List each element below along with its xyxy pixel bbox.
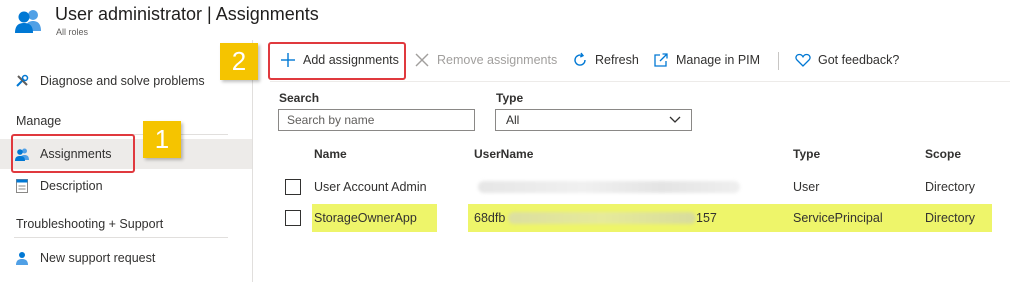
cell-scope: Directory (925, 180, 976, 194)
users-logo-icon (15, 10, 41, 33)
callout-badge-2: 2 (220, 43, 258, 80)
sidebar-item-new-support-request[interactable]: New support request (0, 243, 252, 273)
cell-name: StorageOwnerApp (314, 211, 417, 225)
type-selected-value: All (506, 113, 520, 127)
manage-in-pim-button[interactable]: Manage in PIM (653, 42, 760, 78)
table-row[interactable]: StorageOwnerApp 68dfb 157 ServicePrincip… (272, 203, 1002, 233)
column-header-type[interactable]: Type (793, 147, 820, 161)
section-troubleshooting: Troubleshooting + Support (16, 217, 164, 231)
divider (14, 237, 228, 238)
support-person-icon (16, 252, 28, 265)
refresh-button[interactable]: Refresh (572, 42, 639, 78)
got-feedback-button[interactable]: Got feedback? (795, 42, 899, 78)
toolbar-separator (778, 52, 779, 70)
page-subtitle: All roles (56, 27, 89, 37)
page-title: User administrator | Assignments (55, 4, 319, 24)
document-icon (16, 179, 28, 193)
sidebar-item-label: Diagnose and solve problems (40, 74, 205, 88)
toolbar-divider (270, 81, 1010, 82)
type-label: Type (496, 91, 524, 105)
cell-username-prefix: 68dfb (474, 211, 506, 225)
callout-box-assignments (11, 134, 135, 173)
chevron-down-icon (669, 116, 681, 123)
sidebar-item-diagnose[interactable]: Diagnose and solve problems (0, 66, 252, 96)
search-input[interactable]: Search by name (278, 109, 475, 131)
column-header-username[interactable]: UserName (474, 147, 533, 161)
refresh-icon (574, 52, 586, 66)
callout-box-add-assignments (268, 42, 406, 80)
got-feedback-label: Got feedback? (818, 53, 900, 67)
sidebar-item-description[interactable]: Description (0, 171, 252, 201)
redacted-username (478, 181, 740, 193)
external-link-icon (654, 53, 668, 67)
remove-assignments-label: Remove assignments (437, 53, 558, 67)
sidebar-item-label: New support request (40, 251, 156, 265)
cell-type: ServicePrincipal (793, 211, 883, 225)
refresh-label: Refresh (595, 53, 639, 67)
callout-badge-1: 1 (143, 121, 181, 158)
cell-name: User Account Admin (314, 180, 427, 194)
remove-assignments-button[interactable]: Remove assignments (414, 42, 557, 78)
cell-type: User (793, 180, 820, 194)
type-dropdown[interactable]: All (495, 109, 692, 131)
sidebar-item-label: Description (40, 179, 103, 193)
heart-icon (795, 53, 811, 67)
wrench-icon (16, 74, 29, 87)
search-label: Search (279, 91, 320, 105)
cell-scope: Directory (925, 211, 976, 225)
cell-username-suffix: 157 (696, 211, 717, 225)
column-header-name[interactable]: Name (314, 147, 347, 161)
row-checkbox[interactable] (285, 179, 301, 195)
section-manage: Manage (16, 114, 62, 128)
redacted-username (508, 212, 696, 224)
manage-in-pim-label: Manage in PIM (676, 53, 761, 67)
close-icon (415, 53, 429, 67)
table-row[interactable]: User Account Admin User Directory (272, 172, 1002, 202)
column-header-scope[interactable]: Scope (925, 147, 961, 161)
row-checkbox[interactable] (285, 210, 301, 226)
page-header: User administrator | Assignments All rol… (0, 0, 1024, 40)
